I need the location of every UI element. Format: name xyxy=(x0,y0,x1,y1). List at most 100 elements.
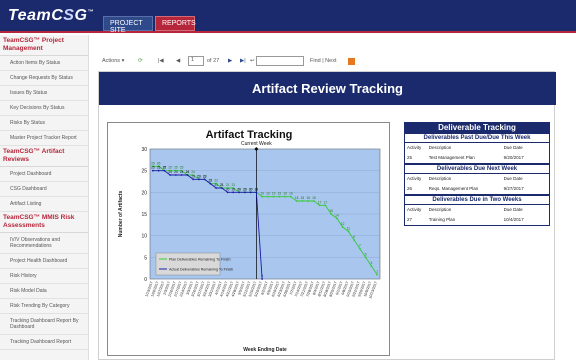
data-point xyxy=(203,178,206,181)
sidebar-item-artifact-listing[interactable]: Artifact Listing xyxy=(0,197,88,212)
data-point xyxy=(295,200,298,202)
table-header: Activity Description Due Date xyxy=(405,205,549,215)
sidebar-item-project-health[interactable]: Project Health Dashboard xyxy=(0,254,88,269)
sidebar-item-tracking-dashboard[interactable]: Tracking Dashboard Report xyxy=(0,335,88,350)
data-point xyxy=(238,191,241,194)
data-label: 19 xyxy=(272,192,276,196)
tab-reports[interactable]: REPORTS xyxy=(155,16,196,31)
tab-project-site[interactable]: PROJECT SITE xyxy=(103,16,153,34)
data-point xyxy=(261,278,264,280)
find-next-link[interactable]: Find | Next xyxy=(310,58,337,64)
sidebar-item-tracking-dashboard-by[interactable]: Tracking Dashboard Report By Dashboard xyxy=(0,314,88,335)
back-icon[interactable]: ↩ xyxy=(250,58,255,64)
sidebar-item-risk-trending[interactable]: Risk Trending By Category xyxy=(0,299,88,314)
data-point xyxy=(192,178,195,181)
data-label: 21 xyxy=(214,183,218,187)
data-point xyxy=(169,174,172,176)
find-input[interactable] xyxy=(256,56,304,66)
last-page-icon[interactable]: ▶| xyxy=(240,58,246,64)
data-label: 25 xyxy=(157,166,161,170)
col-activity: Activity xyxy=(407,145,422,150)
first-page-icon[interactable]: |◀ xyxy=(158,58,164,64)
app-logo[interactable]: TeamCSG™ xyxy=(8,7,94,25)
section-next-week: Activity Description Due Date 26 Reqs. M… xyxy=(404,174,550,195)
sidebar-section-project-management[interactable]: TeamCSG™ Project Management xyxy=(0,35,88,56)
table-row: 25 Test Management Plan 9/20/2017 xyxy=(405,153,549,163)
data-point xyxy=(330,213,333,215)
data-label: 19 xyxy=(266,192,270,196)
col-due-date: Due Date xyxy=(503,145,523,150)
table-row: 26 Reqs. Management Plan 9/27/2017 xyxy=(405,184,549,194)
col-due-date: Due Date xyxy=(503,207,523,212)
data-point xyxy=(324,204,327,207)
sidebar-item-master-tracker[interactable]: Master Project Tracker Report xyxy=(0,131,88,146)
table-row: 27 Training Plan 10/4/2017 xyxy=(405,215,549,225)
y-tick-label: 5 xyxy=(144,255,147,261)
sidebar-item-project-dashboard[interactable]: Project Dashboard xyxy=(0,167,88,182)
sidebar-item-issues[interactable]: Issues By Status xyxy=(0,86,88,101)
data-point xyxy=(370,265,373,267)
data-label: 7 xyxy=(359,244,361,248)
data-label: 3 xyxy=(370,261,372,265)
data-point xyxy=(174,174,177,176)
data-point xyxy=(272,195,275,198)
data-label: 20 xyxy=(232,187,236,191)
sidebar-section-mmis-risk[interactable]: TeamCSG™ MMIS Risk Assessments xyxy=(0,212,88,233)
data-label: 25 xyxy=(163,166,167,170)
top-nav-bar: TeamCSG™ PROJECT SITE REPORTS xyxy=(0,0,576,34)
report-area: Artifact Review Tracking Artifact Tracki… xyxy=(98,71,556,360)
page-count: of 27 xyxy=(207,58,220,64)
sidebar-section-artifact-reviews[interactable]: TeamCSG™ Artifact Reviews xyxy=(0,146,88,167)
sidebar-item-risk-history[interactable]: Risk History xyxy=(0,269,88,284)
data-point xyxy=(180,174,183,176)
data-point xyxy=(197,178,200,181)
cell-description: Test Management Plan xyxy=(428,155,475,160)
sidebar-item-csg-dashboard[interactable]: CSG Dashboard xyxy=(0,182,88,197)
logo-tail: G xyxy=(74,7,88,24)
chart-title: Artifact Tracking xyxy=(206,129,293,141)
data-label: 5 xyxy=(365,252,367,256)
data-point xyxy=(284,195,287,198)
sidebar-item-action-items[interactable]: Action Items By Status xyxy=(0,56,88,71)
data-point xyxy=(376,273,379,276)
data-point xyxy=(301,200,304,202)
data-point xyxy=(226,191,229,194)
sidebar-item-change-requests[interactable]: Change Requests By Status xyxy=(0,71,88,86)
cell-description: Reqs. Management Plan xyxy=(428,186,479,191)
data-point xyxy=(151,169,154,172)
data-point xyxy=(347,230,350,233)
data-point xyxy=(266,195,269,198)
data-label: 15 xyxy=(329,209,333,213)
sidebar-item-ivv-observations[interactable]: IV/V Observations and Recommendations xyxy=(0,233,88,254)
section-heading-two-weeks: Deliverables Due in Two Weeks xyxy=(404,195,550,205)
section-heading-past-due: Deliverables Past Due/Due This Week xyxy=(404,133,550,143)
actions-menu[interactable]: Actions ▾ xyxy=(102,58,124,64)
sidebar-item-key-decisions[interactable]: Key Decisions By Status xyxy=(0,101,88,116)
data-label: 24 xyxy=(180,170,184,174)
legend-label: Actual Deliverables Remaining To Finish xyxy=(169,268,233,272)
col-description: Description xyxy=(428,207,452,212)
data-label: 23 xyxy=(203,174,207,178)
report-title: Artifact Review Tracking xyxy=(99,72,556,105)
cell-activity: 25 xyxy=(407,155,413,160)
page-number-input[interactable]: 1 xyxy=(188,56,204,66)
data-point xyxy=(261,195,264,198)
y-tick-label: 15 xyxy=(141,212,147,218)
data-label: 25 xyxy=(151,166,155,170)
deliverable-tracking-panel: Deliverable Tracking Deliverables Past D… xyxy=(404,122,550,226)
data-label: 19 xyxy=(260,192,264,196)
export-icon[interactable] xyxy=(348,58,355,65)
data-label: 12 xyxy=(341,222,345,226)
data-point xyxy=(209,182,212,185)
next-page-icon[interactable]: ▶ xyxy=(228,58,232,64)
sidebar-item-risks[interactable]: Risks By Status xyxy=(0,116,88,131)
data-point xyxy=(358,247,361,250)
col-description: Description xyxy=(428,145,452,150)
refresh-icon[interactable]: ⟳ xyxy=(138,58,143,64)
data-point xyxy=(318,204,321,207)
report-toolbar: Actions ▾ ⟳ |◀ ◀ 1 of 27 ▶ ▶| ↩ Find | N… xyxy=(100,56,400,68)
sidebar-item-risk-model[interactable]: Risk Model Data xyxy=(0,284,88,299)
data-point xyxy=(341,226,344,228)
prev-page-icon[interactable]: ◀ xyxy=(176,58,180,64)
data-label: 18 xyxy=(295,196,299,200)
